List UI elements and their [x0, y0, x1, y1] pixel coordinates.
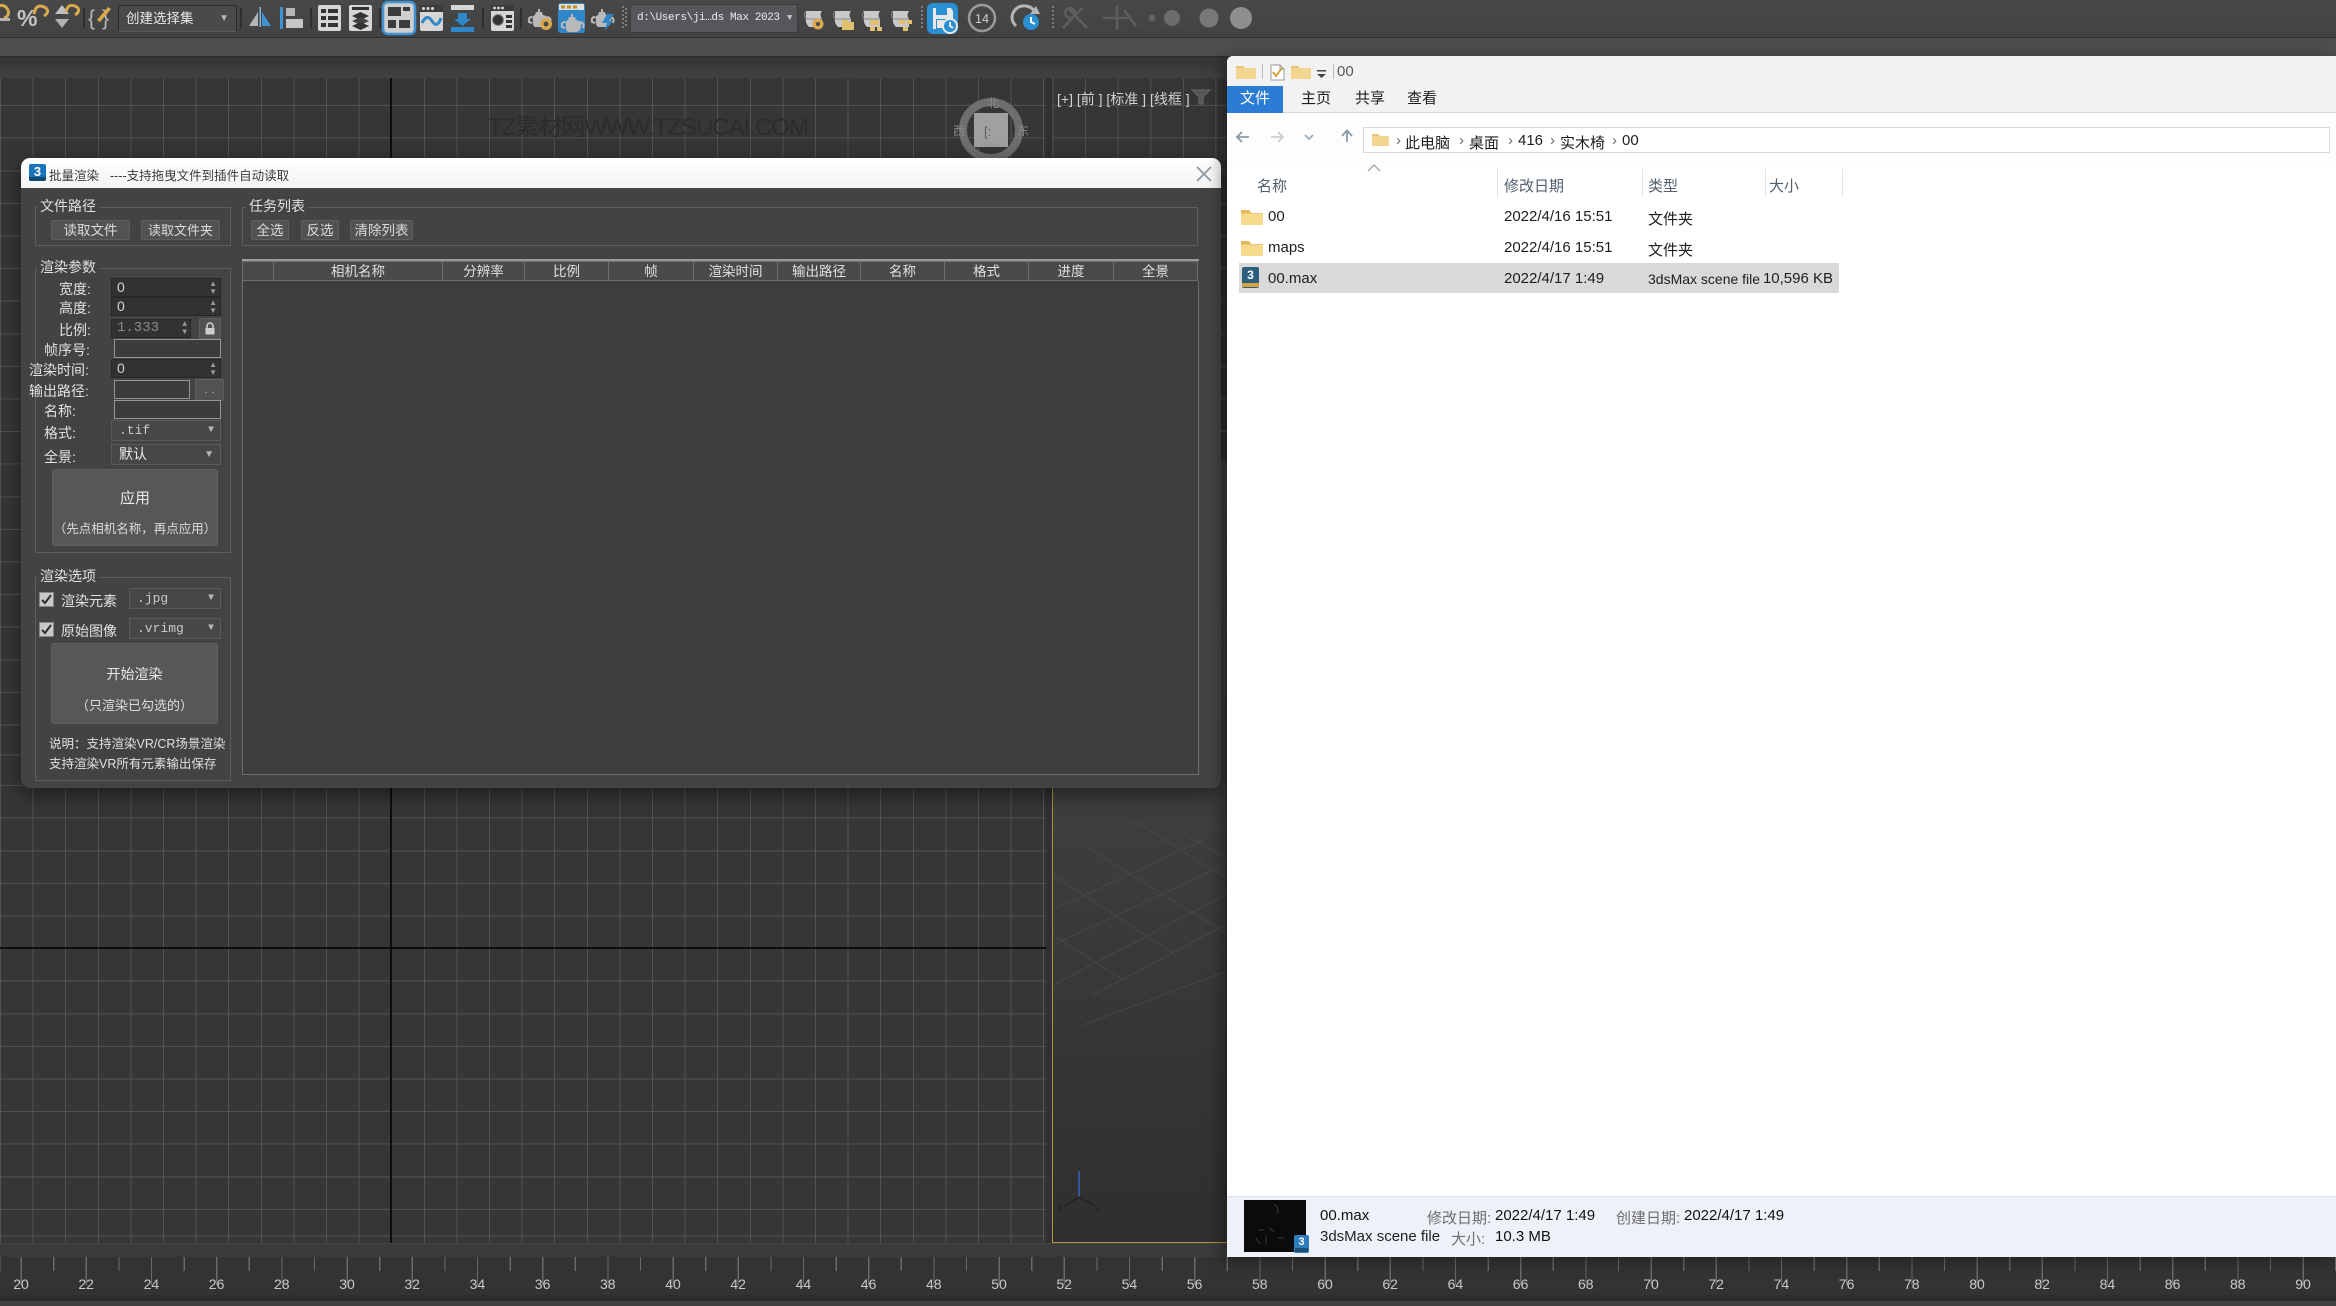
- svg-text:西: 西: [954, 124, 965, 138]
- svg-text:东: 东: [1017, 124, 1028, 138]
- svg-text:x: x: [1096, 1204, 1101, 1215]
- svg-text:14: 14: [975, 12, 989, 26]
- svg-text:{: {: [88, 7, 95, 30]
- svg-text:北: 北: [987, 96, 999, 110]
- svg-text:[:: [:: [984, 124, 991, 139]
- svg-text:x: x: [1057, 1203, 1062, 1214]
